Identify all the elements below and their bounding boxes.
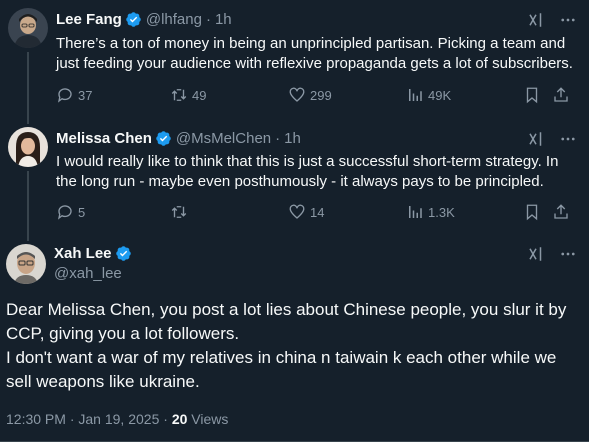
views-count: 49K	[428, 87, 452, 103]
main-tweet-line: CCP, giving you a lot followers.	[6, 324, 240, 343]
tweet-top-icons	[527, 245, 577, 263]
main-tweet-line: Dear Melissa Chen, you post a lot lies a…	[6, 300, 567, 319]
reply-icon	[57, 88, 72, 103]
like-button[interactable]: 14	[288, 203, 324, 221]
tweet-top-icons	[527, 130, 577, 148]
like-icon	[289, 204, 305, 219]
thread-line	[27, 52, 29, 124]
share-button[interactable]	[552, 203, 574, 221]
avatar-image	[8, 8, 48, 48]
more-icon[interactable]	[559, 11, 577, 29]
verified-badge-icon	[126, 12, 141, 27]
tweet-actions: 37 49 299 49K	[56, 86, 576, 106]
grok-icon[interactable]	[527, 245, 545, 263]
bookmark-icon	[526, 87, 538, 104]
more-icon[interactable]	[559, 130, 577, 148]
separator-dot: ·	[163, 411, 172, 427]
more-icon[interactable]	[559, 245, 577, 263]
reply-count: 5	[78, 204, 86, 220]
retweet-button[interactable]	[170, 203, 192, 221]
tweet-top-icons	[527, 11, 577, 29]
views-button[interactable]: 49K	[406, 86, 451, 104]
grok-icon[interactable]	[527, 11, 545, 29]
views-button[interactable]: 1.3K	[406, 203, 455, 221]
share-button[interactable]	[552, 86, 574, 104]
avatar-image	[6, 244, 46, 284]
like-button[interactable]: 299	[288, 86, 332, 104]
author-name[interactable]: Xah Lee	[54, 245, 112, 262]
retweet-button[interactable]: 49	[170, 86, 206, 104]
reply-icon	[57, 205, 72, 220]
bookmark-button[interactable]	[523, 86, 545, 104]
bookmark-button[interactable]	[523, 203, 545, 221]
like-icon	[289, 87, 305, 102]
tweet-actions: 5 14 1.3K	[56, 203, 576, 223]
tweet-text: I would really like to think that this i…	[56, 153, 559, 190]
views-icon	[409, 89, 422, 101]
tweet-time[interactable]: 1h	[215, 11, 232, 28]
retweet-icon	[171, 206, 187, 218]
share-icon	[554, 204, 568, 219]
tweet-header: Melissa Chen @MsMelChen · 1h	[56, 130, 301, 147]
avatar-lee-fang[interactable]	[8, 8, 48, 48]
tweet-meta: 12:30 PM · Jan 19, 2025 · 20 Views	[6, 411, 228, 427]
avatar-xah-lee[interactable]	[6, 244, 46, 284]
author-handle[interactable]: @xah_lee	[54, 265, 122, 282]
tweet-text: There’s a ton of money in being an unpri…	[56, 35, 573, 72]
verified-badge-icon	[156, 131, 171, 146]
main-tweet-header: Xah Lee	[54, 245, 132, 262]
avatar-image	[8, 127, 48, 167]
reply-button[interactable]: 37	[56, 86, 92, 104]
main-tweet-line: I don't want a war of my relatives in ch…	[6, 348, 557, 367]
views-count: 20	[171, 411, 188, 427]
avatar-melissa-chen[interactable]	[8, 127, 48, 167]
main-tweet-text: Dear Melissa Chen, you post a lot lies a…	[6, 298, 581, 394]
separator-dot: ·	[205, 11, 211, 28]
retweet-count: 49	[192, 87, 207, 103]
views-label: Views	[191, 411, 229, 427]
thread-line	[27, 171, 29, 241]
reply-count: 37	[78, 87, 93, 103]
views-icon	[409, 206, 422, 218]
retweet-icon	[171, 89, 187, 101]
share-icon	[554, 87, 568, 102]
tweet-header: Lee Fang @lhfang · 1h	[56, 11, 232, 28]
main-tweet-line: sell weapons like ukraine.	[6, 372, 200, 391]
author-handle[interactable]: @MsMelChen	[176, 130, 271, 147]
verified-badge-icon	[115, 246, 131, 261]
like-count: 14	[310, 204, 325, 220]
tweet-time[interactable]: 12:30 PM	[6, 411, 66, 427]
author-name[interactable]: Lee Fang	[56, 11, 122, 28]
main-tweet-handle-row: @xah_lee	[54, 265, 122, 282]
author-handle[interactable]: @lhfang	[146, 11, 202, 28]
separator-dot: ·	[275, 130, 281, 147]
bookmark-icon	[526, 204, 538, 221]
reply-button[interactable]: 5	[56, 203, 85, 221]
views-count: 1.3K	[428, 204, 455, 220]
author-name[interactable]: Melissa Chen	[56, 130, 152, 147]
grok-icon[interactable]	[527, 130, 545, 148]
tweet-date[interactable]: Jan 19, 2025	[78, 411, 159, 427]
like-count: 299	[310, 87, 332, 103]
tweet-time[interactable]: 1h	[284, 130, 301, 147]
